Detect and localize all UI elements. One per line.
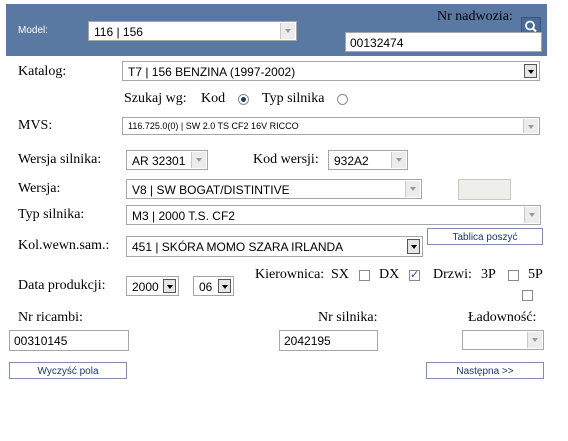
load-capacity-label: Ładowność: (468, 310, 537, 325)
catalog-select[interactable]: T7 | 156 BENZINA (1997-2002) (122, 61, 540, 81)
chevron-down-icon (391, 152, 406, 168)
version-select-value: V8 | SW BOGAT/DISTINTIVE (132, 183, 290, 197)
engine-type-value: M3 | 2000 T.S. CF2 (132, 209, 235, 223)
engine-type-select[interactable]: M3 | 2000 T.S. CF2 (126, 205, 541, 225)
search-by-code-label: Kod (201, 91, 226, 106)
steering-dx-label: DX (379, 267, 400, 282)
mvs-select[interactable]: 116.725.0(0) | SW 2.0 TS CF2 16V RICCO (122, 117, 540, 135)
spare-number-label: Nr ricambi: (18, 310, 83, 325)
production-year-select[interactable]: 2000 (126, 276, 179, 296)
version-code-label: Kod wersji: (253, 152, 319, 167)
engine-version-select[interactable]: AR 32301 (126, 150, 208, 170)
interior-color-value: 451 | SKÓRA MOMO SZARA IRLANDA (132, 240, 344, 254)
steering-sx-label: SX (331, 267, 349, 282)
upholstery-table-button[interactable]: Tablica poszyć (427, 228, 543, 245)
version-code-select[interactable]: 932A2 (328, 150, 408, 170)
steering-sx-checkbox[interactable] (359, 270, 370, 281)
chevron-down-icon (524, 207, 539, 223)
catalog-label: Katalog: (18, 64, 67, 79)
chevron-down-icon (218, 279, 231, 293)
search-by-code-radio[interactable] (238, 94, 249, 105)
engine-number-label: Nr silnika: (318, 310, 378, 325)
chassis-label: Nr nadwozia: (437, 9, 513, 24)
search-by-engine-radio[interactable] (337, 94, 348, 105)
model-select[interactable]: 116 | 156 (88, 21, 297, 41)
production-month-value: 06 (199, 280, 213, 294)
doors-label: Drzwi: (433, 267, 472, 282)
version-color-swatch (458, 179, 511, 200)
mvs-label: MVS: (18, 118, 53, 133)
engine-version-value: AR 32301 (132, 154, 186, 168)
doors-3p-checkbox[interactable] (508, 270, 519, 281)
version-code-value: 932A2 (334, 154, 369, 168)
mvs-select-value: 116.725.0(0) | SW 2.0 TS CF2 16V RICCO (128, 121, 299, 131)
load-capacity-select[interactable] (462, 330, 544, 350)
steering-label: Kierownica: (255, 267, 325, 282)
version-select[interactable]: V8 | SW BOGAT/DISTINTIVE (126, 179, 422, 199)
clear-fields-button[interactable]: Wyczyść pola (9, 362, 127, 379)
interior-color-select[interactable]: 451 | SKÓRA MOMO SZARA IRLANDA (126, 236, 423, 257)
engine-type-label: Typ silnika: (18, 207, 85, 222)
chevron-down-icon (280, 23, 295, 39)
doors-3p-label: 3P (481, 267, 496, 282)
chassis-input[interactable]: 00132474 (345, 32, 542, 52)
catalog-select-value: T7 | 156 BENZINA (1997-2002) (128, 65, 296, 79)
engine-number-input[interactable]: 2042195 (279, 330, 378, 351)
next-button[interactable]: Następna >> (426, 362, 544, 379)
chevron-down-icon (191, 152, 206, 168)
doors-5p-label: 5P (528, 267, 543, 282)
chevron-down-icon (163, 279, 176, 293)
chevron-down-icon (527, 332, 542, 348)
chevron-down-icon (405, 181, 420, 197)
model-label: Model: (18, 25, 49, 36)
version-label: Wersja: (18, 181, 61, 196)
production-month-select[interactable]: 06 (193, 276, 234, 296)
engine-version-label: Wersja silnika: (18, 152, 102, 167)
steering-dx-checkbox[interactable] (409, 268, 420, 281)
production-year-value: 2000 (132, 280, 159, 294)
chevron-down-icon (523, 119, 538, 133)
chevron-down-icon (407, 239, 420, 254)
search-by-label: Szukaj wg: (124, 91, 187, 106)
search-by-engine-label: Typ silnika (262, 91, 325, 106)
model-select-value: 116 | 156 (94, 25, 143, 39)
doors-5p-checkbox[interactable] (522, 290, 533, 301)
interior-color-label: Kol.wewn.sam.: (18, 238, 110, 253)
production-date-label: Data produkcji: (18, 278, 106, 293)
spare-number-input[interactable]: 00310145 (9, 330, 129, 351)
chevron-down-icon (524, 64, 537, 78)
